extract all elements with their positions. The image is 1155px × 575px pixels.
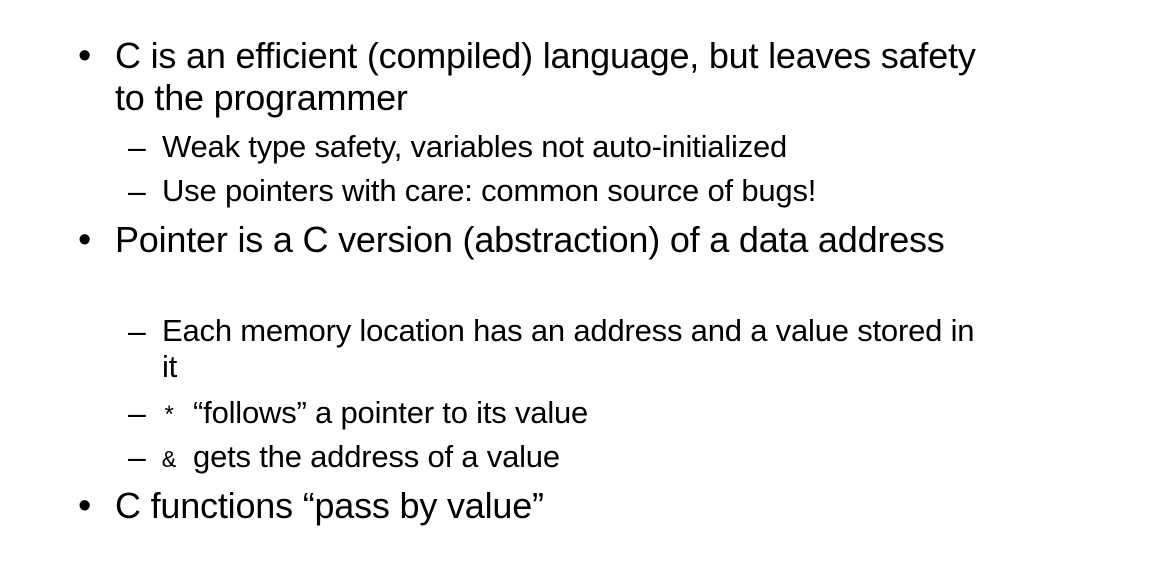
sub-bullet-text: Use pointers with care: common source of… [162, 173, 817, 208]
sub-bullet-text: & gets the address of a value [162, 439, 982, 480]
dash-marker: – [128, 439, 146, 475]
code-operator: * [162, 404, 177, 431]
bullet-text: C is an efficient (compiled) language, b… [115, 35, 976, 118]
bullet-text: C functions “pass by value” [115, 485, 544, 526]
sub-bullet-text-body: gets the address of a value [193, 439, 560, 474]
dash-marker: – [128, 173, 146, 209]
sub-bullet-text-body: “follows” a pointer to its value [193, 395, 589, 430]
dash-marker: – [128, 313, 146, 349]
dash-marker: – [128, 395, 146, 431]
bullet-text: Pointer is a C version (abstraction) of … [115, 219, 945, 260]
bullet-marker: • [78, 485, 92, 527]
sub-bullet-text: Each memory location has an address and … [162, 313, 975, 384]
bullet-marker: • [78, 35, 92, 77]
dash-marker: – [128, 129, 146, 165]
slide: • C is an efficient (compiled) language,… [0, 0, 1155, 575]
code-operator: & [162, 448, 177, 475]
sub-bullet-text: * “follows” a pointer to its value [162, 395, 982, 436]
sub-bullet-text: Weak type safety, variables not auto-ini… [162, 129, 788, 164]
bullet-marker: • [78, 219, 92, 261]
